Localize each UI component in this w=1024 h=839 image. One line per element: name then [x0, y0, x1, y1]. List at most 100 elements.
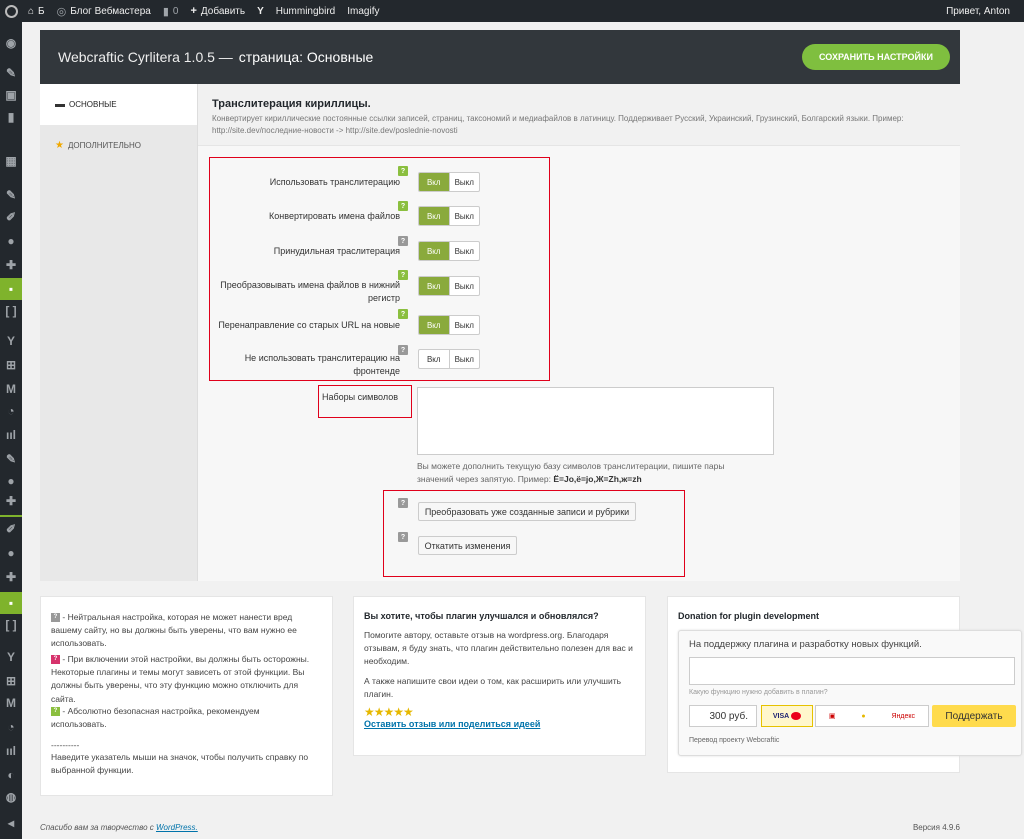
help-grey-icon[interactable]: ?: [398, 498, 408, 508]
legend-tip: Наведите указатель мыши на значок, чтобы…: [51, 752, 309, 776]
toggle-lowercase-filenames[interactable]: Вкл Выкл: [418, 276, 480, 296]
tools-icon-3[interactable]: ✚: [0, 566, 22, 588]
dashboard-icon[interactable]: ◉: [0, 32, 22, 54]
help-green-icon: ?: [51, 707, 60, 717]
option-label: Использовать транслитерацию: [269, 177, 400, 187]
appearance-icon[interactable]: ✎: [0, 184, 22, 206]
gauge-icon-2[interactable]: ◔: [0, 716, 22, 738]
option-label: Не использовать транслитерацию на фронте…: [244, 353, 400, 377]
users-icon-2[interactable]: ●: [0, 470, 22, 492]
toggle-disable-frontend[interactable]: Вкл Выкл: [418, 349, 480, 369]
page-subtitle: страница: Основные: [238, 49, 374, 65]
help-grey-icon[interactable]: ?: [398, 532, 408, 542]
option-label: Перенаправление со старых URL на новые: [218, 320, 400, 330]
comment-icon: ▮: [162, 5, 169, 18]
add-new-link[interactable]: + Добавить: [184, 0, 251, 22]
plugin-header: Webcraftic Cyrlitera 1.0.5 — страница: О…: [40, 30, 960, 84]
media-icon[interactable]: ▣: [0, 84, 22, 106]
hummingbird-link[interactable]: Hummingbird: [270, 0, 341, 22]
legend-box: ? - Нейтральная настройка, которая не мо…: [40, 596, 333, 796]
toggle-convert-filenames[interactable]: Вкл Выкл: [418, 206, 480, 226]
rating-stars-icon[interactable]: ★★★★★: [364, 705, 635, 719]
tools-icon[interactable]: ✚: [0, 254, 22, 276]
footer-version: Версия 4.9.6: [912, 823, 960, 832]
yoast-icon[interactable]: Y: [251, 0, 270, 22]
wordpress-logo-icon[interactable]: [0, 0, 22, 22]
m-icon-2[interactable]: M: [0, 692, 22, 714]
toggle-force-transliteration[interactable]: Вкл Выкл: [418, 241, 480, 261]
wallet-payment-options[interactable]: ▣ ● Яндекс: [815, 705, 929, 727]
section-header: Транслитерация кириллицы. Конвертирует к…: [198, 84, 960, 146]
feature-input[interactable]: [689, 657, 1015, 685]
plus-icon: +: [190, 5, 197, 17]
comments-link[interactable]: ▮ 0: [157, 0, 185, 22]
plugins-icon[interactable]: ✐: [0, 206, 22, 228]
tab-advanced[interactable]: ★ ДОПОЛНИТЕЛЬНО: [40, 125, 197, 166]
toggle-use-transliteration[interactable]: Вкл Выкл: [418, 172, 480, 192]
collapse-icon[interactable]: ◂: [0, 812, 22, 834]
wallet-icon: ▣: [828, 713, 836, 720]
grid-icon-2[interactable]: ⊞: [0, 670, 22, 692]
chart-icon-2[interactable]: ııl: [0, 740, 22, 762]
help-green-icon[interactable]: ?: [398, 309, 408, 319]
globe-icon[interactable]: ◐: [0, 764, 22, 786]
option-label: Преобразовывать имена файлов в нижний ре…: [220, 280, 400, 304]
brackets-icon[interactable]: [ ]: [0, 300, 22, 322]
help-green-icon[interactable]: ?: [398, 166, 408, 176]
section-title: Транслитерация кириллицы.: [212, 98, 371, 110]
settings-icon-2[interactable]: ▪: [0, 592, 22, 614]
menu-separator: [0, 515, 22, 517]
charset-textarea[interactable]: [417, 387, 774, 455]
users-icon-3[interactable]: ●: [0, 542, 22, 564]
calendar-icon[interactable]: ▦: [0, 150, 22, 172]
brackets-icon-2[interactable]: [ ]: [0, 614, 22, 636]
circle-play-icon[interactable]: ◍: [0, 786, 22, 808]
yoast-menu-icon[interactable]: Y: [0, 330, 22, 352]
plugin-title: Webcraftic Cyrlitera 1.0.5 —: [58, 49, 233, 65]
amount-input[interactable]: 300 руб.: [689, 705, 757, 727]
feedback-link[interactable]: Оставить отзыв или поделиться идеей: [364, 719, 540, 729]
home-icon[interactable]: ⌂ Б: [22, 0, 51, 22]
highlight-box-options: [209, 157, 550, 381]
tools-icon-2[interactable]: ✚: [0, 490, 22, 512]
flag-icon: ▬: [55, 99, 65, 110]
tab-basic[interactable]: ▬ ОСНОВНЫЕ: [40, 84, 197, 125]
m-icon[interactable]: M: [0, 378, 22, 400]
appearance-icon-2[interactable]: ✎: [0, 448, 22, 470]
beeline-icon: ●: [861, 712, 866, 720]
plugins-icon-2[interactable]: ✐: [0, 518, 22, 540]
legend-green: ? - Абсолютно безопасная настройка, реко…: [51, 706, 260, 730]
settings-active-icon[interactable]: ▪: [0, 278, 22, 300]
widget-footer: Перевод проекту Webcraftic: [689, 737, 780, 744]
feedback-text: Помогите автору, оставьте отзыв на wordp…: [364, 630, 633, 667]
tabs-sidebar: ▬ ОСНОВНЫЕ ★ ДОПОЛНИТЕЛЬНО: [40, 84, 197, 581]
comments-icon[interactable]: ▮: [0, 106, 22, 128]
toggle-redirect-old-urls[interactable]: Вкл Выкл: [418, 315, 480, 335]
rollback-button[interactable]: Откатить изменения: [418, 536, 517, 555]
wordpress-icon: ◎: [56, 5, 67, 18]
footer-thanks: Спасибо вам за творчество с WordPress.: [40, 823, 198, 832]
chart-icon[interactable]: ııl: [0, 424, 22, 446]
site-letter: Б: [38, 5, 45, 17]
card-payment-option[interactable]: VISA: [761, 705, 813, 727]
legend-red: ? - При включении этой настройки, вы дол…: [51, 654, 310, 704]
yoast-menu-icon-2[interactable]: Y: [0, 646, 22, 668]
users-icon[interactable]: ●: [0, 230, 22, 252]
grid-icon[interactable]: ⊞: [0, 354, 22, 376]
gauge-icon[interactable]: ◔: [0, 400, 22, 422]
user-greeting[interactable]: Привет, Anton: [940, 0, 1016, 22]
donation-title: Donation for plugin development: [678, 611, 819, 621]
star-icon: ★: [55, 140, 64, 151]
option-label: Принудильная траслитерация: [273, 246, 400, 256]
admin-menu: ◉ ✎ ▣ ▮ ▦ ✎ ✐ ● ✚ ▪ [ ] Y ⊞ M ◔ ııl ✎ ● …: [0, 22, 22, 839]
donation-widget: На поддержку плагина и разработку новых …: [678, 630, 1022, 756]
feedback-ideas: А также напишите свои идеи о том, как ра…: [364, 675, 622, 699]
wordpress-link[interactable]: WordPress.: [156, 823, 198, 832]
imagify-link[interactable]: Imagify: [341, 0, 385, 22]
legend-grey: ? - Нейтральная настройка, которая не мо…: [51, 612, 297, 649]
save-settings-button[interactable]: СОХРАНИТЬ НАСТРОЙКИ: [802, 44, 950, 70]
convert-existing-button[interactable]: Преобразовать уже созданные записи и руб…: [418, 502, 636, 521]
site-link[interactable]: ◎ Блог Вебмастера: [51, 0, 157, 22]
posts-pin-icon[interactable]: ✎: [0, 62, 22, 84]
support-pay-button[interactable]: Поддержать: [932, 705, 1016, 727]
